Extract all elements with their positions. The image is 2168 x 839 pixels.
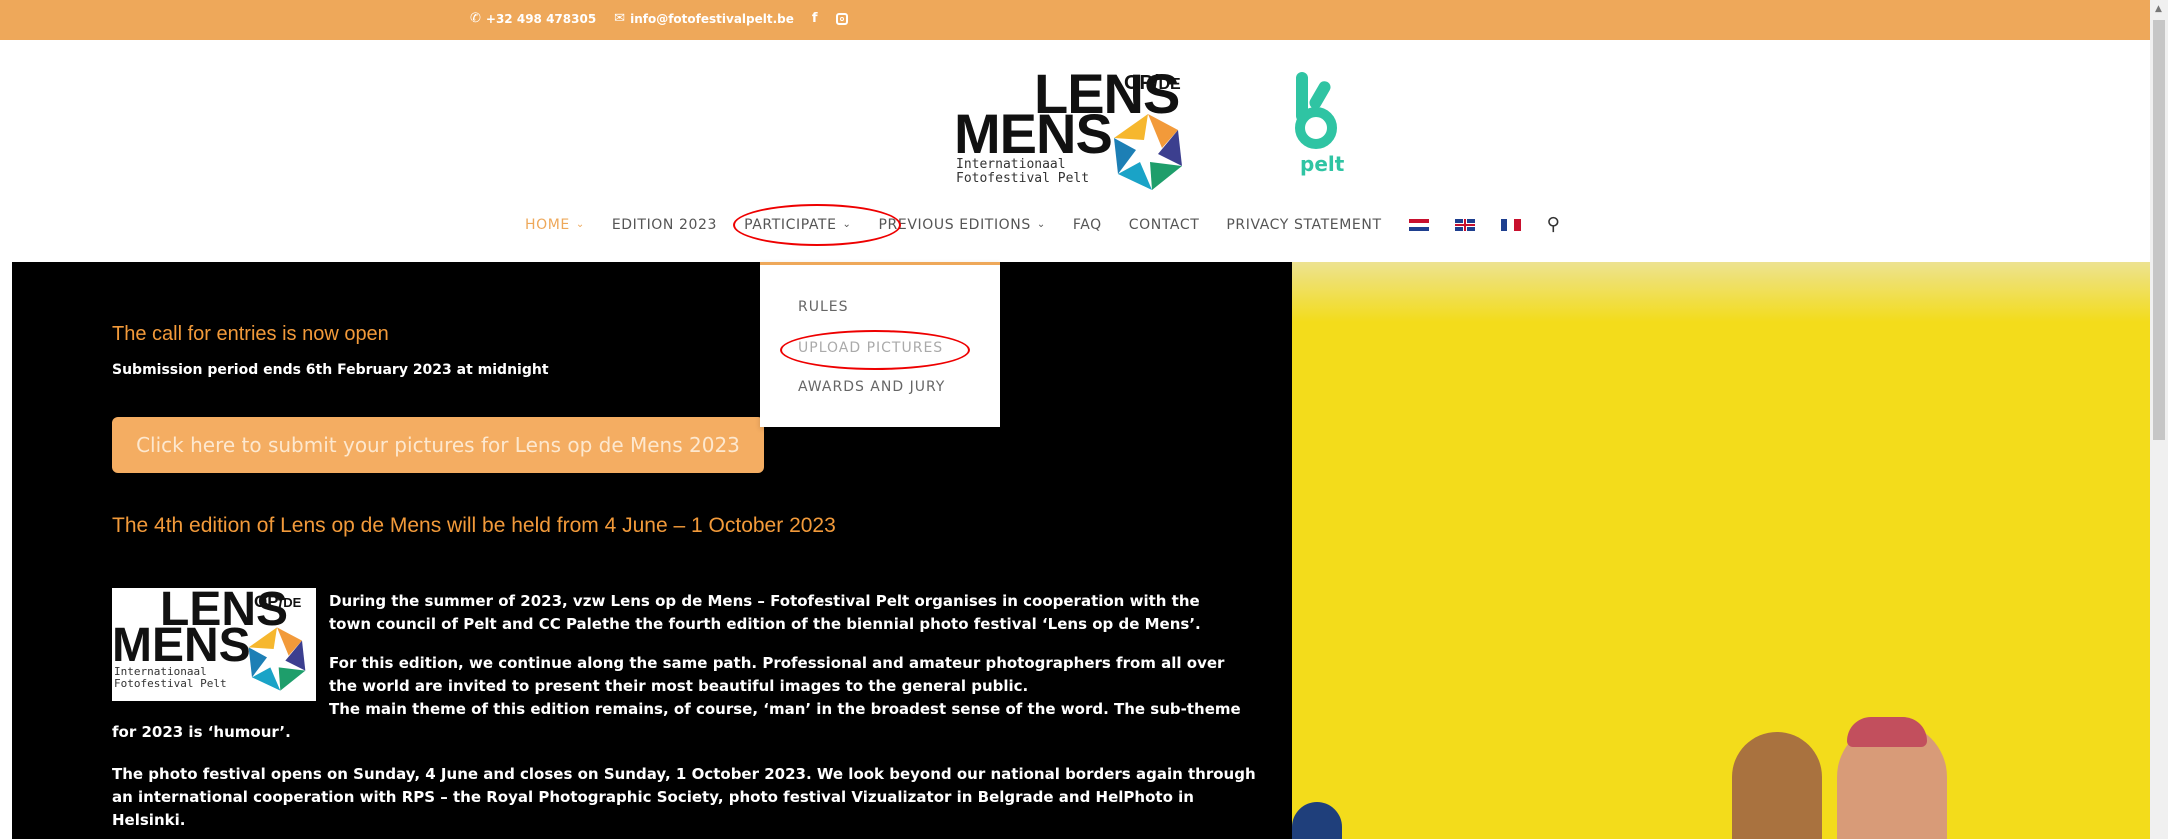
submit-pictures-button[interactable]: Click here to submit your pictures for L… [112, 417, 764, 473]
nav-contact[interactable]: CONTACT [1129, 217, 1200, 233]
nav-previous-editions[interactable]: PREVIOUS EDITIONS ⌄ [879, 217, 1046, 233]
main-nav: HOME ⌄ EDITION 2023 PARTICIPATE ⌄ PREVIO… [12, 210, 2140, 240]
submenu-upload-pictures[interactable]: UPLOAD PICTURES [798, 340, 943, 356]
paragraph-edition: For this edition, we continue along the … [329, 654, 1241, 718]
paragraph-intro: During the summer of 2023, vzw Lens op d… [329, 592, 1201, 633]
top-bar: ✆ +32 498 478305 ✉ info@fotofestivalpelt… [0, 0, 2150, 40]
pelt-hand-icon [1295, 72, 1337, 149]
chevron-down-icon: ⌄ [575, 219, 585, 230]
nav-edition-2023[interactable]: EDITION 2023 [612, 217, 717, 233]
aperture-icon [248, 627, 306, 691]
search-icon[interactable]: ⚲ [1547, 214, 1567, 235]
pelt-logo[interactable]: pelt [1290, 70, 1370, 180]
contact-info: ✆ +32 498 478305 ✉ info@fotofestivalpelt… [470, 11, 848, 26]
submenu-awards-and-jury[interactable]: AWARDS AND JURY [798, 379, 945, 395]
call-for-entries-heading: The call for entries is now open [112, 323, 389, 345]
instagram-icon [835, 12, 848, 25]
edition-heading: The 4th edition of Lens op de Mens will … [112, 514, 836, 537]
paragraph-theme-end: for 2023 is ‘humour’. [112, 723, 291, 741]
envelope-icon: ✉ [614, 11, 626, 26]
lens-op-de-mens-logo[interactable]: LENS OP/DE MENS Internationaal Fotofesti… [954, 66, 1194, 196]
chevron-down-icon: ⌄ [842, 219, 852, 230]
chevron-down-icon: ⌄ [1036, 219, 1046, 230]
facebook-link[interactable]: f [812, 11, 818, 26]
phone-icon: ✆ [470, 11, 481, 26]
participate-submenu: RULES UPLOAD PICTURES AWARDS AND JURY [760, 262, 1000, 427]
phone-link[interactable]: ✆ +32 498 478305 [470, 11, 596, 26]
fr-flag-icon[interactable] [1500, 218, 1521, 231]
nl-flag-icon[interactable] [1408, 218, 1429, 231]
nav-privacy-statement[interactable]: PRIVACY STATEMENT [1226, 217, 1381, 233]
site-header: LENS OP/DE MENS Internationaal Fotofesti… [12, 40, 2140, 262]
email-link[interactable]: ✉ info@fotofestivalpelt.be [614, 11, 794, 26]
aperture-icon [1114, 114, 1182, 190]
hero-photo [1292, 262, 2150, 839]
scroll-up-icon[interactable]: ▲ [2155, 4, 2162, 14]
instagram-link[interactable] [835, 12, 848, 25]
paragraph-dates: The photo festival opens on Sunday, 4 Ju… [112, 765, 1256, 829]
vertical-scrollbar[interactable]: ▲ [2150, 0, 2168, 839]
nav-participate[interactable]: PARTICIPATE ⌄ [744, 217, 851, 233]
nav-faq[interactable]: FAQ [1073, 217, 1102, 233]
en-flag-icon[interactable] [1454, 218, 1475, 231]
nav-home[interactable]: HOME ⌄ [525, 217, 585, 233]
scrollbar-thumb[interactable] [2153, 20, 2165, 440]
submission-deadline: Submission period ends 6th February 2023… [112, 362, 549, 378]
lens-op-de-mens-logo-small: LENS OP/DE MENS Internationaal Fotofesti… [112, 588, 316, 701]
facebook-icon: f [811, 11, 818, 26]
submenu-rules[interactable]: RULES [798, 299, 849, 315]
main-content [12, 262, 1292, 839]
